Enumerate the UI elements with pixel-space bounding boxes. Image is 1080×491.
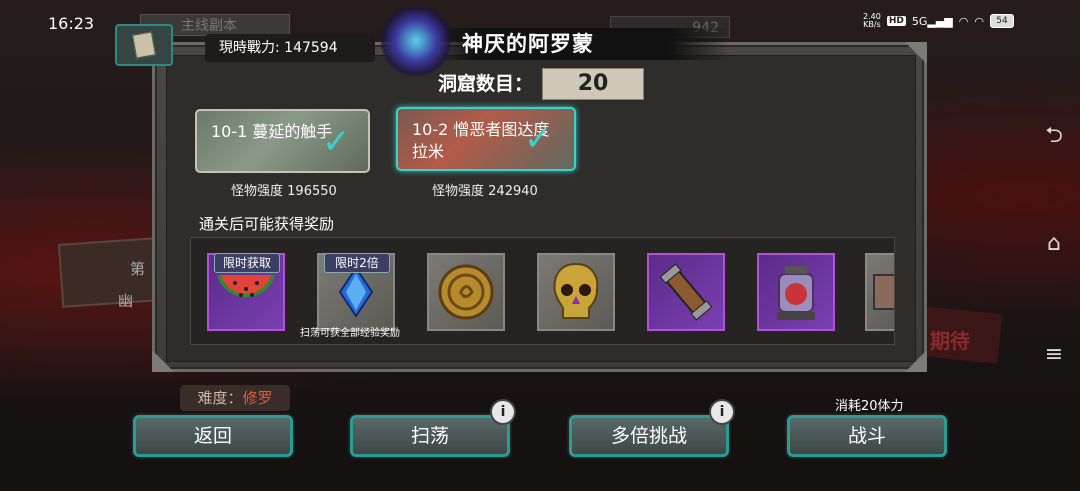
combat-power: 現時戰力: 147594 [205, 34, 375, 62]
sweep-note: 扫荡可获全部经验奖励 [300, 328, 400, 339]
status-time: 16:23 [48, 14, 95, 33]
coin-icon [438, 264, 494, 320]
power-label: 現時戰力: [219, 40, 280, 56]
reward-item[interactable]: 限时2倍 [317, 253, 395, 331]
background-text: 第 [130, 260, 146, 278]
net-speed: 2.40 KB/s [863, 12, 881, 29]
golden-skull-icon [553, 262, 599, 319]
stamina-cost: 消耗20体力 [835, 399, 904, 414]
reward-item[interactable] [647, 253, 725, 331]
wifi-icon: ◠ [958, 14, 969, 28]
rewards-list[interactable]: 限时获取 限时2倍 [190, 237, 895, 345]
cave-count-value: 20 [542, 68, 644, 100]
background-text-right: 期待 [930, 329, 970, 353]
home-nav-icon[interactable]: ⌂ [1042, 232, 1066, 256]
menu-nav-icon[interactable]: ≡ [1042, 343, 1066, 367]
battery-icon: 54 [990, 14, 1014, 28]
reward-item[interactable] [865, 253, 894, 331]
portal-icon [380, 5, 452, 77]
check-icon: ✓ [322, 122, 351, 162]
sweep-button[interactable]: 扫荡 [350, 415, 510, 457]
reward-item[interactable] [757, 253, 835, 331]
check-icon: ✓ [524, 119, 553, 159]
reward-tag: 限时获取 [214, 253, 280, 273]
difficulty-value: 修罗 [242, 389, 273, 407]
blue-crystal-icon [338, 266, 374, 318]
fight-button[interactable]: 战斗 [787, 415, 947, 457]
difficulty-badge: 难度：修罗 [180, 385, 290, 411]
hd-icon: HD [886, 16, 906, 26]
jar-icon [777, 266, 815, 320]
cave-count-label: 洞窟数目： [438, 73, 534, 95]
multi-info-icon[interactable]: i [709, 399, 735, 425]
back-button[interactable]: 返回 [133, 415, 293, 457]
rewards-label: 通关后可能获得奖励 [199, 215, 335, 233]
signal-icon: 5G▂▄▆ [911, 14, 953, 28]
vial-icon [659, 263, 713, 321]
monster-strength: 怪物强度 242940 [432, 184, 538, 199]
reward-item[interactable] [427, 253, 505, 331]
back-nav-icon[interactable]: ⮌ [1042, 124, 1066, 148]
reward-tag: 限时2倍 [324, 253, 390, 273]
difficulty-label: 难度： [197, 389, 243, 407]
background-text: 幽 [118, 292, 134, 310]
partial-item-icon [873, 274, 894, 310]
sweep-info-icon[interactable]: i [490, 399, 516, 425]
reward-item[interactable]: 限时获取 [207, 253, 285, 331]
watermelon-icon [217, 275, 275, 298]
status-icons: 2.40 KB/s HD 5G▂▄▆ ◠ ◠ 54 [863, 13, 1014, 29]
multi-challenge-button[interactable]: 多倍挑战 [569, 415, 729, 457]
stage-name: 10-1 蔓延的触手 [211, 122, 333, 141]
dungeon-title: 神厌的阿罗蒙 [462, 32, 594, 56]
monster-strength: 怪物强度 196550 [231, 184, 337, 199]
notes-icon[interactable] [115, 24, 173, 66]
wifi-icon-2: ◠ [974, 14, 984, 28]
power-value: 147594 [284, 40, 338, 56]
reward-item[interactable] [537, 253, 615, 331]
